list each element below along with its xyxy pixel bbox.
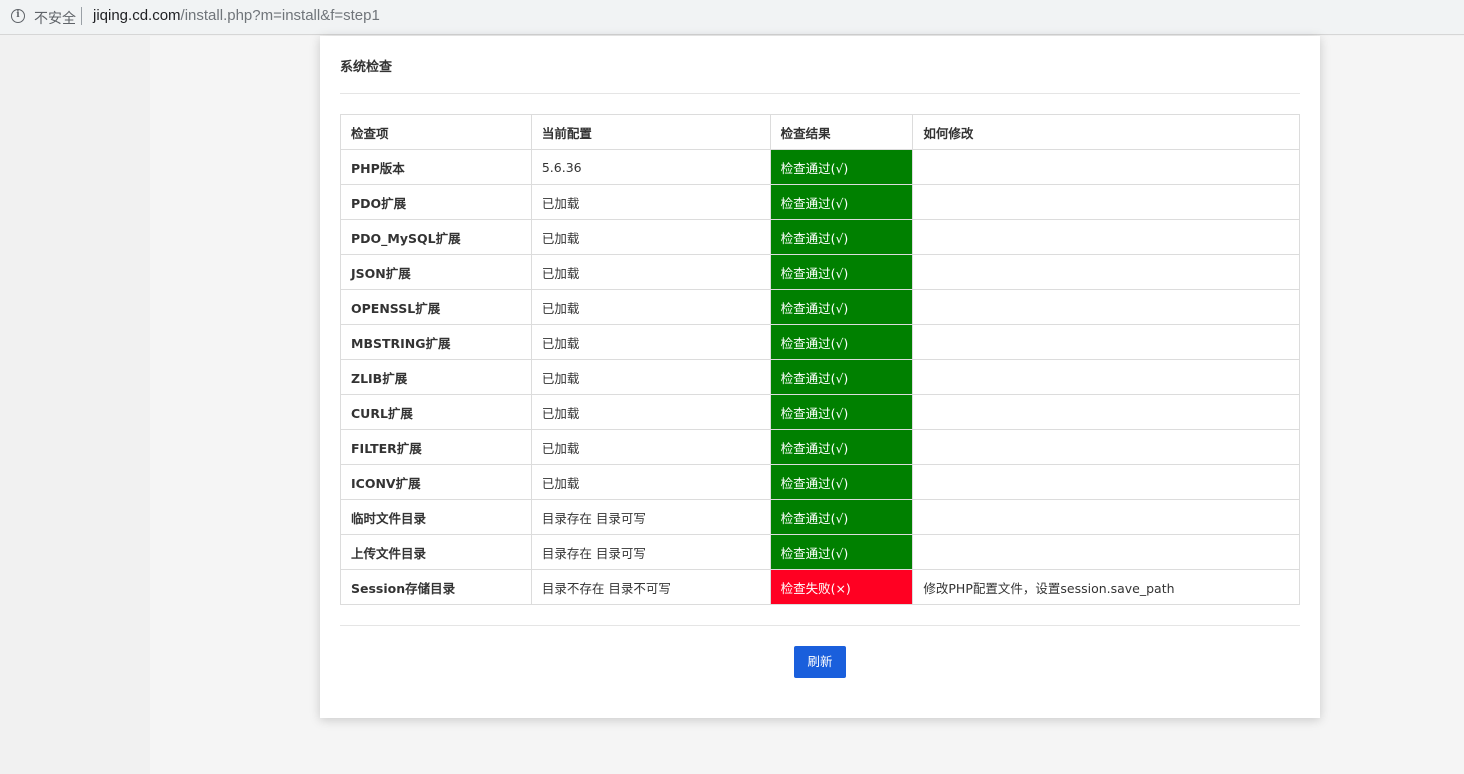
check-item-cell: PDO_MySQL扩展 — [340, 219, 532, 255]
check-table: 检查项 当前配置 检查结果 如何修改 PHP版本 5.6.36 检查通过(√) PDO… — [340, 114, 1300, 605]
config-cell: 已加载 — [530, 324, 771, 360]
result-cell: 检查通过(√) — [769, 219, 914, 255]
fix-cell — [912, 149, 1300, 185]
fix-cell — [912, 289, 1300, 325]
url-path: /install.php?m=install&f=step1 — [180, 7, 380, 24]
config-cell: 已加载 — [530, 359, 771, 395]
config-cell: 已加载 — [530, 184, 771, 220]
page-title: 系统检查 — [340, 60, 393, 75]
refresh-button[interactable]: 刷新 — [794, 646, 846, 678]
config-cell: 已加载 — [530, 289, 771, 325]
result-cell: 检查失败(×) — [769, 569, 914, 605]
result-cell: 检查通过(√) — [769, 429, 914, 465]
table-row: PDO扩展 已加载 检查通过(√) — [340, 184, 1300, 220]
url-host: jiqing.cd.com — [93, 7, 181, 24]
result-cell: 检查通过(√) — [769, 394, 914, 430]
check-item-cell: 上传文件目录 — [340, 534, 532, 570]
fix-cell — [912, 254, 1300, 290]
fix-cell — [912, 464, 1300, 500]
result-cell: 检查通过(√) — [769, 534, 914, 570]
security-label[interactable]: 不安全 — [34, 8, 76, 28]
system-check-card: 系统检查 检查项 当前配置 检查结果 如何修改 PHP版本 5.6.36 检查通过(… — [320, 36, 1320, 718]
table-row: 临时文件目录 目录存在 目录可写 检查通过(√) — [340, 499, 1300, 535]
table-row: PDO_MySQL扩展 已加载 检查通过(√) — [340, 219, 1300, 255]
check-item-cell: CURL扩展 — [340, 394, 532, 430]
result-cell: 检查通过(√) — [769, 324, 914, 360]
config-cell: 5.6.36 — [530, 149, 771, 185]
check-item-cell: PHP版本 — [340, 149, 532, 185]
header-item: 检查项 — [340, 114, 532, 150]
result-cell: 检查通过(√) — [769, 289, 914, 325]
fix-cell — [912, 429, 1300, 465]
fix-cell — [912, 324, 1300, 360]
fix-cell — [912, 499, 1300, 535]
url-field[interactable]: jiqing.cd.com/install.php?m=install&f=st… — [93, 7, 380, 24]
check-item-cell: JSON扩展 — [340, 254, 532, 290]
fix-cell — [912, 394, 1300, 430]
header-config: 当前配置 — [530, 114, 771, 150]
config-cell: 已加载 — [530, 254, 771, 290]
table-row: CURL扩展 已加载 检查通过(√) — [340, 394, 1300, 430]
check-item-cell: 临时文件目录 — [340, 499, 532, 535]
divider — [340, 625, 1300, 626]
browser-address-bar: i 不安全 jiqing.cd.com/install.php?m=instal… — [0, 0, 1464, 35]
table-row: 上传文件目录 目录存在 目录可写 检查通过(√) — [340, 534, 1300, 570]
check-item-cell: Session存储目录 — [340, 569, 532, 605]
check-item-cell: MBSTRING扩展 — [340, 324, 532, 360]
fix-cell — [912, 219, 1300, 255]
header-result: 检查结果 — [769, 114, 914, 150]
result-cell: 检查通过(√) — [769, 254, 914, 290]
check-item-cell: OPENSSL扩展 — [340, 289, 532, 325]
result-cell: 检查通过(√) — [769, 184, 914, 220]
config-cell: 目录不存在 目录不可写 — [530, 569, 771, 605]
fix-cell — [912, 534, 1300, 570]
table-row: JSON扩展 已加载 检查通过(√) — [340, 254, 1300, 290]
check-item-cell: ICONV扩展 — [340, 464, 532, 500]
result-cell: 检查通过(√) — [769, 149, 914, 185]
table-row: MBSTRING扩展 已加载 检查通过(√) — [340, 324, 1300, 360]
page-background-left — [0, 36, 150, 774]
table-header-row: 检查项 当前配置 检查结果 如何修改 — [340, 114, 1300, 150]
table-row: PHP版本 5.6.36 检查通过(√) — [340, 149, 1300, 185]
table-row: ICONV扩展 已加载 检查通过(√) — [340, 464, 1300, 500]
fix-cell — [912, 184, 1300, 220]
address-separator — [81, 7, 82, 25]
info-icon[interactable]: i — [11, 9, 25, 23]
table-row: Session存储目录 目录不存在 目录不可写 检查失败(×) 修改PHP配置文件，设… — [340, 569, 1300, 605]
divider — [340, 93, 1300, 94]
header-fix: 如何修改 — [912, 114, 1300, 150]
config-cell: 目录存在 目录可写 — [530, 534, 771, 570]
table-row: OPENSSL扩展 已加载 检查通过(√) — [340, 289, 1300, 325]
config-cell: 目录存在 目录可写 — [530, 499, 771, 535]
result-cell: 检查通过(√) — [769, 359, 914, 395]
result-cell: 检查通过(√) — [769, 499, 914, 535]
fix-cell — [912, 359, 1300, 395]
config-cell: 已加载 — [530, 219, 771, 255]
config-cell: 已加载 — [530, 394, 771, 430]
fix-cell: 修改PHP配置文件，设置session.save_path — [912, 569, 1300, 605]
config-cell: 已加载 — [530, 429, 771, 465]
config-cell: 已加载 — [530, 464, 771, 500]
table-row: ZLIB扩展 已加载 检查通过(√) — [340, 359, 1300, 395]
check-item-cell: PDO扩展 — [340, 184, 532, 220]
check-item-cell: ZLIB扩展 — [340, 359, 532, 395]
result-cell: 检查通过(√) — [769, 464, 914, 500]
check-item-cell: FILTER扩展 — [340, 429, 532, 465]
table-row: FILTER扩展 已加载 检查通过(√) — [340, 429, 1300, 465]
